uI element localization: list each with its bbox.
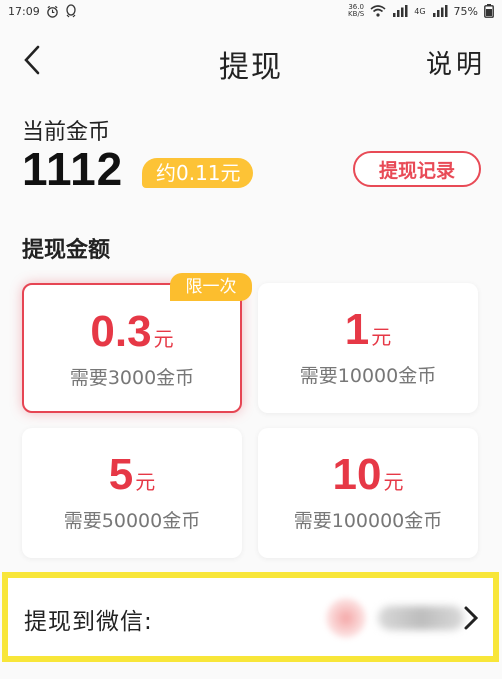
amount-unit: 元 <box>371 325 392 349</box>
amount-option-10[interactable]: 10 元 需要100000金币 <box>258 428 478 558</box>
amount-value: 5元 <box>22 450 242 500</box>
amount-unit: 元 <box>135 470 156 494</box>
alarm-icon <box>46 5 59 18</box>
amount-option-5[interactable]: 5元 需要50000金币 <box>22 428 242 558</box>
amount-requirement: 需要3000金币 <box>69 367 195 389</box>
avatar <box>326 598 366 638</box>
amount-section-title: 提现金额 <box>22 238 111 263</box>
withdraw-to-wechat-row[interactable]: 提现到微信: <box>2 572 499 662</box>
status-right: 36.0 KB/S 4G 75% <box>348 4 494 18</box>
limit-once-badge: 限一次 <box>170 273 252 301</box>
network-speed: 36.0 KB/S <box>348 4 364 18</box>
help-link[interactable]: 说明 <box>426 44 486 81</box>
amount-requirement: 需要50000金币 <box>63 510 201 532</box>
amount-requirement: 需要100000金币 <box>293 510 443 532</box>
wifi-icon <box>370 5 386 17</box>
amount-value: 10 元 <box>258 450 478 500</box>
amount-option-1[interactable]: 1元 需要10000金币 <box>258 283 478 413</box>
network-type: 4G <box>414 6 426 16</box>
status-time: 17:09 <box>8 4 40 18</box>
amount-number: 1 <box>344 305 370 354</box>
coin-balance: 1112 <box>22 143 124 195</box>
approx-value-badge: 约0.11元 <box>142 158 253 188</box>
amount-number: 0.3 <box>90 307 152 356</box>
battery-percent: 75% <box>453 4 478 18</box>
network-speed-unit: KB/S <box>348 10 365 18</box>
account-name-blurred <box>378 606 464 630</box>
amount-value: 1元 <box>258 305 478 355</box>
battery-icon <box>484 4 494 18</box>
amount-option-0-3[interactable]: 限一次 0.3 元 需要3000金币 <box>22 273 252 413</box>
status-left: 17:09 <box>8 4 77 18</box>
amount-unit: 元 <box>383 470 404 494</box>
nav-bar: 提现 说明 <box>0 30 502 90</box>
qq-icon <box>65 4 77 18</box>
amount-number: 5 <box>108 450 134 499</box>
chevron-right-icon <box>459 604 483 632</box>
wechat-label: 提现到微信: <box>24 609 153 635</box>
amount-unit: 元 <box>153 327 174 351</box>
amount-number: 10 <box>332 450 382 499</box>
status-bar: 17:09 36.0 KB/S 4G 75% <box>0 0 502 22</box>
withdraw-record-button[interactable]: 提现记录 <box>353 151 481 187</box>
amount-requirement: 需要10000金币 <box>299 365 437 387</box>
amount-value: 0.3 元 <box>24 307 240 357</box>
signal-icon <box>392 5 408 17</box>
signal-icon-2 <box>432 5 448 17</box>
